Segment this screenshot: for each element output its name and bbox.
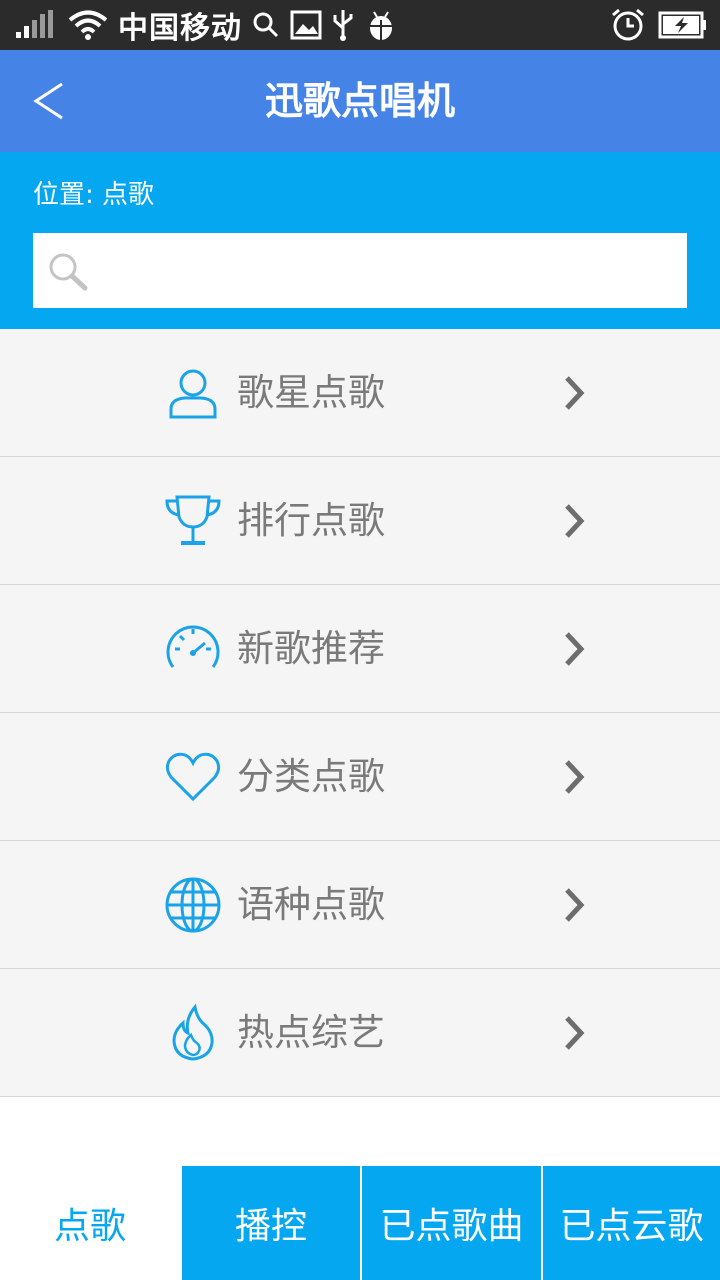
search-icon	[47, 251, 89, 291]
menu-item-category[interactable]: 分类点歌	[0, 713, 720, 841]
menu-list: 歌星点歌 排行点歌 新歌推荐 分类点歌 语种点歌 热点综艺	[0, 329, 720, 1097]
tab-requested-songs[interactable]: 已点歌曲	[360, 1166, 541, 1280]
battery-charging-icon	[658, 11, 708, 39]
chevron-left-icon	[33, 82, 63, 120]
back-button[interactable]	[28, 76, 78, 126]
debug-bug-icon	[364, 8, 398, 42]
search-box[interactable]	[33, 233, 687, 310]
menu-item-label: 热点综艺	[237, 1011, 385, 1054]
signal-strength-icon	[14, 10, 58, 40]
chevron-right-icon	[560, 501, 588, 541]
menu-item-new-songs[interactable]: 新歌推荐	[0, 585, 720, 713]
search-status-icon	[252, 11, 280, 39]
menu-item-label: 歌星点歌	[237, 371, 385, 414]
chevron-right-icon	[560, 1013, 588, 1053]
singer-person-icon	[163, 363, 223, 423]
menu-item-singer[interactable]: 歌星点歌	[0, 329, 720, 457]
menu-item-ranking[interactable]: 排行点歌	[0, 457, 720, 585]
speedometer-icon	[163, 619, 223, 679]
title-bar: 迅歌点唱机	[0, 50, 720, 152]
chevron-right-icon	[560, 757, 588, 797]
chevron-right-icon	[560, 629, 588, 669]
chevron-right-icon	[560, 885, 588, 925]
chevron-right-icon	[560, 373, 588, 413]
menu-item-language[interactable]: 语种点歌	[0, 841, 720, 969]
search-input[interactable]	[113, 233, 677, 310]
search-area: 位置: 点歌	[0, 152, 720, 329]
status-bar: 中国移动	[0, 0, 720, 50]
image-icon	[290, 10, 322, 40]
usb-icon	[332, 8, 354, 42]
tab-requested-cloud-songs[interactable]: 已点云歌	[541, 1166, 720, 1280]
carrier-name: 中国移动	[118, 11, 242, 46]
page-title: 迅歌点唱机	[264, 79, 455, 123]
alarm-clock-icon	[610, 7, 646, 43]
location-breadcrumb: 位置: 点歌	[33, 180, 155, 210]
trophy-icon	[163, 491, 223, 551]
menu-item-label: 新歌推荐	[237, 627, 385, 670]
heart-icon	[163, 747, 223, 807]
tab-playback-control[interactable]: 播控	[180, 1166, 360, 1280]
menu-item-label: 分类点歌	[237, 755, 385, 798]
bottom-tab-bar: 点歌 播控 已点歌曲 已点云歌	[0, 1166, 720, 1280]
wifi-icon	[68, 9, 108, 41]
globe-icon	[163, 875, 223, 935]
tab-song-request[interactable]: 点歌	[0, 1166, 180, 1280]
menu-item-variety[interactable]: 热点综艺	[0, 969, 720, 1097]
menu-item-label: 语种点歌	[237, 883, 385, 926]
flame-icon	[163, 1003, 223, 1063]
menu-item-label: 排行点歌	[237, 499, 385, 542]
